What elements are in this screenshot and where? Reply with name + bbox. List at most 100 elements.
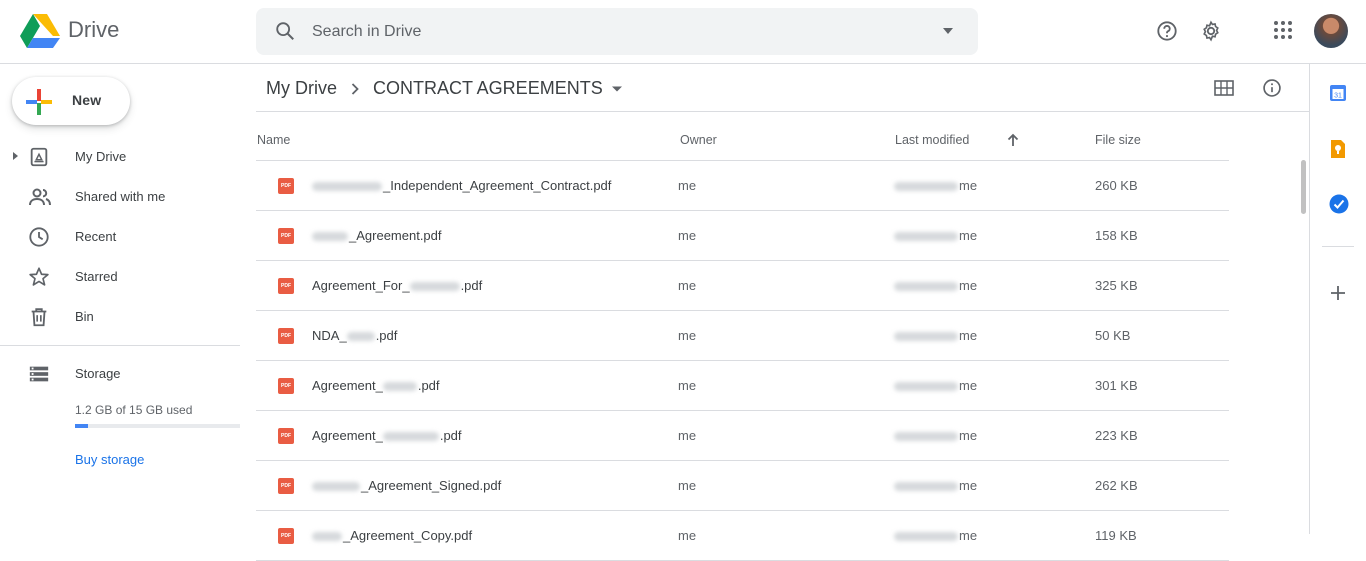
storage-label: Storage (75, 366, 121, 381)
apps-grid-icon[interactable] (1273, 20, 1293, 40)
sidebar-item-storage[interactable]: Storage (0, 358, 240, 390)
redacted-date (894, 232, 958, 242)
file-row[interactable]: PDF Agreement_ .pdf me me 223 KB (256, 411, 1229, 461)
file-name[interactable]: Agreement_ .pdf (312, 428, 462, 443)
drive-logo[interactable]: Drive (20, 12, 119, 48)
breadcrumb-current-folder[interactable]: CONTRACT AGREEMENTS (373, 78, 603, 99)
file-size: 158 KB (1095, 228, 1138, 243)
sidebar: New My Drive Shared with me Recent Starr… (0, 64, 256, 534)
file-name[interactable]: _Independent_Agreement_Contract.pdf (312, 178, 611, 193)
modified-by-text: me (959, 478, 978, 493)
sidebar-item-starred[interactable]: Starred (0, 261, 240, 293)
sidebar-item-label: My Drive (75, 149, 127, 164)
sidebar-item-shared-with-me[interactable]: Shared with me (0, 181, 240, 213)
new-button[interactable]: New (12, 77, 130, 125)
modified-by-text: me (959, 278, 978, 293)
file-name[interactable]: _Agreement_Copy.pdf (312, 528, 472, 543)
file-name[interactable]: _Agreement_Signed.pdf (312, 478, 501, 493)
redacted-text (346, 332, 375, 342)
search-options-chevron-icon[interactable] (942, 26, 954, 36)
file-last-modified: me (894, 478, 977, 493)
file-size: 301 KB (1095, 378, 1138, 393)
file-row[interactable]: PDF _Independent_Agreement_Contract.pdf me… (256, 161, 1229, 211)
file-owner: me (678, 378, 697, 393)
expand-arrow-icon[interactable] (12, 151, 19, 161)
side-panel: 31 (1309, 64, 1366, 534)
top-bar: Drive (0, 0, 1366, 64)
file-owner: me (678, 428, 697, 443)
pdf-file-icon: PDF (278, 428, 294, 444)
redacted-date (894, 432, 958, 442)
modified-by-text: me (959, 378, 978, 393)
info-icon[interactable] (1262, 78, 1282, 98)
file-size: 50 KB (1095, 328, 1131, 343)
file-size: 260 KB (1095, 178, 1138, 193)
file-size: 223 KB (1095, 428, 1138, 443)
column-header-last-modified[interactable]: Last modified (895, 133, 969, 147)
file-owner: me (678, 478, 697, 493)
file-name[interactable]: NDA_ .pdf (312, 328, 397, 343)
file-name-text: NDA_ (312, 328, 347, 343)
redacted-text (382, 382, 417, 392)
file-row[interactable]: PDF Agreement_ .pdf me me 301 KB (256, 361, 1229, 411)
sidebar-item-recent[interactable]: Recent (0, 221, 240, 253)
file-last-modified: me (894, 278, 977, 293)
redacted-date (894, 482, 958, 492)
scrollbar-thumb[interactable] (1301, 160, 1306, 214)
file-name-text: _Agreement.pdf (349, 228, 442, 243)
sidebar-item-label: Recent (75, 229, 117, 244)
help-icon[interactable] (1156, 20, 1178, 42)
tasks-icon[interactable] (1329, 194, 1349, 214)
file-name[interactable]: Agreement_For_ .pdf (312, 278, 482, 293)
folder-menu-chevron-icon[interactable] (611, 85, 623, 93)
file-name-text: _Agreement_Signed.pdf (361, 478, 502, 493)
search-input[interactable] (312, 20, 912, 44)
search-bar[interactable] (256, 8, 978, 55)
file-name[interactable]: Agreement_ .pdf (312, 378, 440, 393)
my-drive-icon (30, 147, 48, 167)
account-avatar[interactable] (1314, 14, 1348, 48)
file-last-modified: me (894, 378, 977, 393)
storage-progress-fill (75, 424, 89, 428)
redacted-text (312, 232, 348, 242)
pdf-file-icon: PDF (278, 378, 294, 394)
column-header-file-size[interactable]: File size (1095, 133, 1141, 147)
people-icon (29, 188, 51, 206)
settings-gear-icon[interactable] (1200, 20, 1222, 42)
keep-icon[interactable] (1329, 139, 1347, 159)
breadcrumb-my-drive[interactable]: My Drive (266, 78, 337, 99)
chevron-right-icon (351, 82, 359, 95)
file-row[interactable]: PDF NDA_ .pdf me me 50 KB (256, 311, 1229, 361)
buy-storage-link[interactable]: Buy storage (75, 452, 144, 467)
add-addon-plus-icon[interactable] (1329, 284, 1347, 302)
file-row[interactable]: PDF Agreement_For_ .pdf me me 325 KB (256, 261, 1229, 311)
sidebar-item-my-drive[interactable]: My Drive (0, 141, 240, 173)
file-row[interactable]: PDF _Agreement_Signed.pdf me me 262 KB (256, 461, 1229, 511)
sort-arrow-up-icon[interactable] (1007, 133, 1019, 147)
file-name[interactable]: _Agreement.pdf (312, 228, 442, 243)
column-header-owner[interactable]: Owner (680, 133, 717, 147)
file-last-modified: me (894, 178, 977, 193)
search-icon[interactable] (274, 20, 296, 42)
redacted-text (409, 282, 460, 292)
modified-by-text: me (959, 178, 978, 193)
grid-view-icon[interactable] (1214, 80, 1234, 96)
file-owner: me (678, 528, 697, 543)
modified-by-text: me (959, 528, 978, 543)
file-row[interactable]: PDF _Agreement_Copy.pdf me me 119 KB (256, 511, 1229, 561)
pdf-file-icon: PDF (278, 528, 294, 544)
column-header-name[interactable]: Name (257, 133, 290, 147)
sidebar-item-label: Bin (75, 309, 94, 324)
modified-by-text: me (959, 428, 978, 443)
calendar-icon[interactable]: 31 (1329, 84, 1347, 102)
sidebar-item-bin[interactable]: Bin (0, 301, 240, 333)
side-panel-divider (1322, 246, 1354, 247)
new-button-label: New (72, 92, 102, 108)
file-list-header: Name Owner Last modified File size (256, 112, 1229, 161)
file-row[interactable]: PDF _Agreement.pdf me me 158 KB (256, 211, 1229, 261)
pdf-file-icon: PDF (278, 328, 294, 344)
redacted-text (312, 182, 382, 192)
file-last-modified: me (894, 428, 977, 443)
file-last-modified: me (894, 328, 977, 343)
file-name-text: _Independent_Agreement_Contract.pdf (383, 178, 612, 193)
